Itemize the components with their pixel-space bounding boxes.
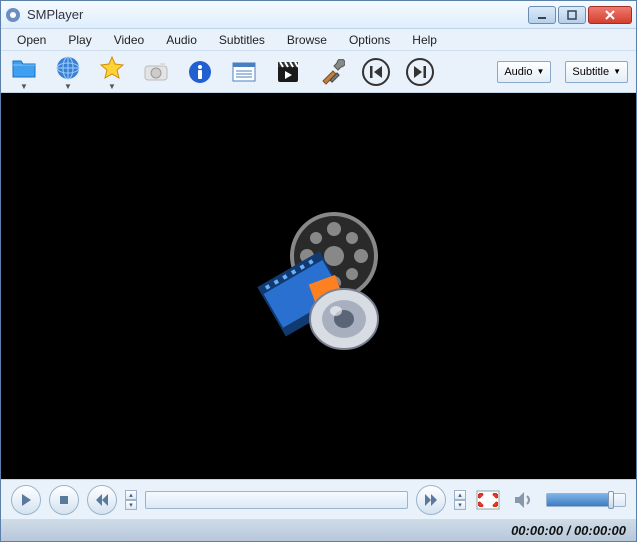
forward-step-down[interactable]: ▾ — [454, 500, 466, 510]
list-icon — [231, 61, 257, 83]
window-controls — [528, 6, 632, 24]
globe-icon — [53, 53, 83, 83]
video-area[interactable] — [1, 93, 636, 479]
app-logo-icon — [234, 201, 404, 371]
camera-icon — [143, 61, 169, 83]
seek-bar[interactable] — [145, 491, 408, 509]
star-icon — [97, 53, 127, 83]
rewind-button[interactable] — [87, 485, 117, 515]
playback-controls: ▴ ▾ ▴ ▾ — [1, 479, 636, 519]
folder-icon — [9, 53, 39, 83]
rewind-step-up[interactable]: ▴ — [125, 490, 137, 500]
app-window: SMPlayer Open Play Video Audio Subtitles… — [0, 0, 637, 542]
subtitle-track-selector[interactable]: Subtitle ▼ — [565, 61, 628, 83]
fullscreen-button[interactable] — [474, 486, 502, 514]
menu-bar: Open Play Video Audio Subtitles Browse O… — [1, 29, 636, 51]
minimize-button[interactable] — [528, 6, 556, 24]
chevron-down-icon: ▼ — [20, 83, 28, 91]
open-file-button[interactable]: ▼ — [9, 53, 39, 91]
forward-step-stepper: ▴ ▾ — [454, 490, 466, 510]
volume-fill — [547, 494, 609, 506]
open-url-button[interactable]: ▼ — [53, 53, 83, 91]
rewind-icon — [95, 493, 109, 507]
preferences-button[interactable] — [317, 57, 347, 87]
fullscreen-icon — [476, 490, 500, 510]
close-button[interactable] — [588, 6, 632, 24]
menu-open[interactable]: Open — [7, 30, 56, 50]
menu-audio[interactable]: Audio — [156, 30, 207, 50]
menu-options[interactable]: Options — [339, 30, 400, 50]
skip-next-icon — [406, 58, 434, 86]
stop-icon — [57, 493, 71, 507]
play-button[interactable] — [11, 485, 41, 515]
menu-video[interactable]: Video — [104, 30, 154, 50]
menu-help[interactable]: Help — [402, 30, 447, 50]
screenshot-button[interactable] — [141, 57, 171, 87]
chevron-down-icon: ▼ — [108, 83, 116, 91]
tools-icon — [319, 59, 345, 85]
chevron-down-icon: ▼ — [613, 67, 621, 76]
play-icon — [19, 493, 33, 507]
menu-subtitles[interactable]: Subtitles — [209, 30, 275, 50]
next-chapter-button[interactable] — [405, 57, 435, 87]
forward-icon — [424, 493, 438, 507]
rewind-step-down[interactable]: ▾ — [125, 500, 137, 510]
mute-button[interactable] — [510, 486, 538, 514]
audio-selector-label: Audio — [504, 66, 532, 78]
maximize-button[interactable] — [558, 6, 586, 24]
menu-browse[interactable]: Browse — [277, 30, 337, 50]
favorites-button[interactable]: ▼ — [97, 53, 127, 91]
volume-thumb[interactable] — [608, 491, 614, 509]
skip-previous-icon — [362, 58, 390, 86]
app-icon — [5, 7, 21, 23]
time-display: 00:00:00 / 00:00:00 — [511, 523, 626, 538]
title-bar: SMPlayer — [1, 1, 636, 29]
volume-slider[interactable] — [546, 493, 626, 507]
media-info-button[interactable] — [185, 57, 215, 87]
menu-play[interactable]: Play — [58, 30, 101, 50]
info-icon — [187, 59, 213, 85]
audio-track-selector[interactable]: Audio ▼ — [497, 61, 551, 83]
chevron-down-icon: ▼ — [64, 83, 72, 91]
forward-button[interactable] — [416, 485, 446, 515]
forward-step-up[interactable]: ▴ — [454, 490, 466, 500]
previous-chapter-button[interactable] — [361, 57, 391, 87]
window-title: SMPlayer — [27, 7, 528, 22]
playlist-button[interactable] — [229, 57, 259, 87]
youtube-browser-button[interactable] — [273, 57, 303, 87]
stop-button[interactable] — [49, 485, 79, 515]
clapper-icon — [275, 59, 301, 85]
rewind-step-stepper: ▴ ▾ — [125, 490, 137, 510]
chevron-down-icon: ▼ — [536, 67, 544, 76]
toolbar: ▼ ▼ ▼ — [1, 51, 636, 93]
status-bar: 00:00:00 / 00:00:00 — [1, 519, 636, 541]
subtitle-selector-label: Subtitle — [572, 66, 609, 78]
speaker-icon — [513, 490, 535, 510]
